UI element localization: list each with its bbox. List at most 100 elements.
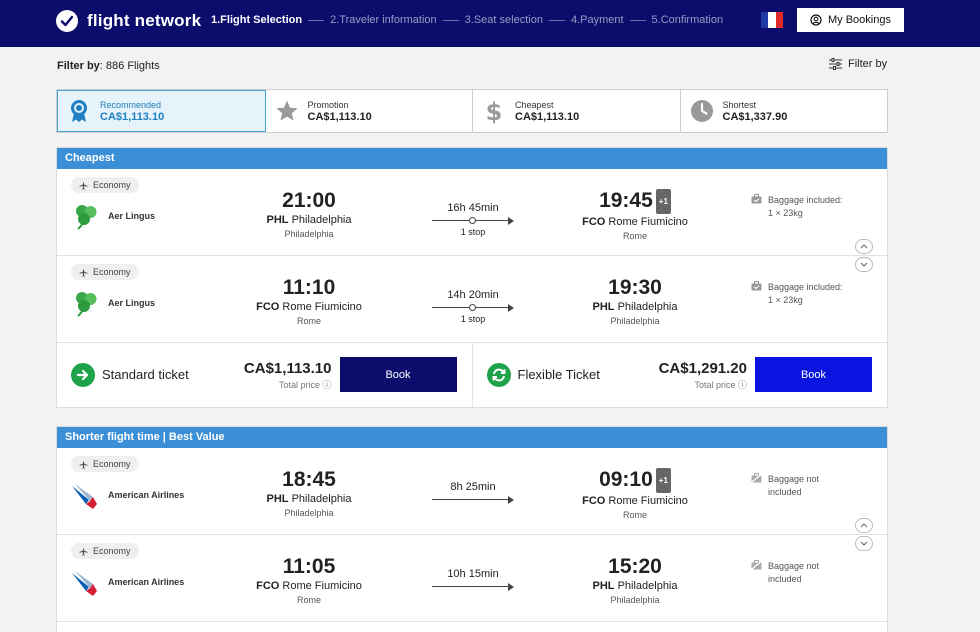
- tab-promotion[interactable]: Promotion CA$1,113.10: [266, 90, 473, 132]
- cabin-label: Economy: [93, 459, 131, 469]
- airport-name: Rome Fiumicino: [608, 216, 688, 228]
- scroll-up-button[interactable]: [855, 239, 873, 254]
- flight-duration: 10h 15min: [447, 568, 499, 580]
- departure-info: 18:45 PHL Philadelphia Philadelphia: [234, 468, 384, 518]
- arrival-time: 15:20: [560, 555, 710, 578]
- book-flexible-button[interactable]: Book: [755, 357, 872, 392]
- departure-city: Rome: [296, 316, 321, 326]
- airline-name: Aer Lingus: [108, 298, 156, 308]
- baggage-allowance: included: [768, 574, 802, 584]
- route-arrow: [432, 303, 514, 313]
- flight-duration: 14h 20min: [447, 289, 499, 301]
- airport-name: Philadelphia: [617, 301, 678, 313]
- departure-airport: PHL Philadelphia: [234, 493, 384, 505]
- departure-city: Philadelphia: [284, 508, 334, 518]
- flight-row-outbound[interactable]: Economy American Airlines 18:45 PHL Phil…: [57, 448, 887, 551]
- baggage-not-included-icon: [751, 473, 762, 483]
- refresh-circle-icon: [486, 363, 511, 387]
- flight-row-return[interactable]: Economy American Airlines 11:05 FCO Rome…: [57, 535, 887, 622]
- route-summary: 16h 45min 1 stop: [432, 202, 514, 237]
- eagle-logo-icon: [71, 480, 101, 510]
- tab-price: CA$1,113.10: [307, 110, 372, 123]
- arrival-time: 19:45 +1: [560, 189, 710, 214]
- tab-price: CA$1,337.90: [722, 110, 788, 123]
- departure-airport: FCO Rome Fiumicino: [234, 301, 384, 313]
- flight-row-return[interactable]: Economy Aer Lingus 11:10 FCO Rome Fiumic…: [57, 256, 887, 343]
- route-summary: 10h 15min: [432, 568, 514, 592]
- ticket-name: Flexible Ticket: [517, 367, 600, 382]
- my-bookings-button[interactable]: My Bookings: [797, 8, 904, 32]
- french-flag-icon[interactable]: [761, 12, 783, 28]
- group-title: Cheapest: [57, 148, 887, 169]
- ticket-price-block: CA$1,291.20 Total price ⓘ: [659, 360, 747, 391]
- airplane-icon: [79, 267, 88, 277]
- step-divider: [442, 19, 459, 21]
- departure-time: 11:05: [282, 555, 336, 578]
- tab-recommended[interactable]: Recommended CA$1,113.10: [57, 90, 266, 132]
- tab-cheapest[interactable]: $ Cheapest CA$1,113.10: [473, 90, 681, 132]
- next-day-badge: +1: [655, 468, 671, 493]
- step-seat-selection: 3.Seat selection: [464, 14, 543, 26]
- checkmark-logo-icon: [56, 10, 78, 32]
- ticket-option-standard: Standard ticket CA$1,113.10 Total price …: [57, 343, 473, 407]
- arrival-time: 19:30: [560, 276, 710, 299]
- arrival-info: 19:45 +1 FCO Rome Fiumicino Rome: [560, 189, 710, 241]
- total-price-label: Total price ⓘ: [244, 378, 332, 391]
- cabin-label: Economy: [93, 546, 131, 556]
- arrival-time-value: 15:20: [608, 555, 662, 578]
- baggage-not-included-icon: [751, 560, 762, 570]
- airline-info: American Airlines: [71, 480, 184, 510]
- info-icon[interactable]: ⓘ: [322, 380, 331, 390]
- ticket-options: Standard ticket CA$1,113.10 Total price …: [57, 343, 887, 407]
- arrow-right-circle-icon: [71, 363, 95, 387]
- next-day-badge: +1: [655, 189, 671, 214]
- cabin-label: Economy: [93, 267, 131, 277]
- filter-by-button[interactable]: Filter by: [829, 58, 887, 70]
- scroll-up-button[interactable]: [855, 518, 873, 533]
- baggage-text: Baggage not: [768, 561, 820, 571]
- airplane-icon: [79, 180, 88, 190]
- tab-price: CA$1,113.10: [100, 110, 165, 123]
- filter-count-value: : 886 Flights: [99, 60, 160, 72]
- cabin-label: Economy: [93, 180, 131, 190]
- info-icon[interactable]: ⓘ: [738, 380, 747, 390]
- book-standard-button[interactable]: Book: [339, 357, 457, 392]
- svg-text:$: $: [486, 98, 503, 124]
- shamrock-logo-icon: [71, 201, 101, 231]
- step-confirmation: 5.Confirmation: [651, 14, 724, 26]
- baggage-allowance: included: [768, 487, 802, 497]
- user-circle-icon: [810, 14, 822, 26]
- arrival-city: Philadelphia: [610, 595, 660, 605]
- arrival-time: 09:10 +1: [560, 468, 710, 493]
- tab-shortest[interactable]: Shortest CA$1,337.90: [681, 90, 888, 132]
- filter-count-label: Filter by: [57, 60, 100, 72]
- scroll-down-button[interactable]: [855, 536, 873, 551]
- scroll-down-button[interactable]: [855, 257, 873, 272]
- arrival-city: Rome: [622, 510, 647, 520]
- flight-row-outbound[interactable]: Economy Aer Lingus 21:00 PHL Philadelphi…: [57, 169, 887, 272]
- my-bookings-label: My Bookings: [828, 14, 891, 26]
- arrival-airport: PHL Philadelphia: [560, 301, 710, 313]
- flight-duration: 8h 25min: [450, 481, 496, 493]
- airport-code: PHL: [592, 301, 615, 313]
- star-icon: [274, 98, 300, 124]
- chevron-up-icon: [860, 523, 868, 528]
- airline-info: American Airlines: [71, 567, 184, 597]
- chevron-up-icon: [860, 244, 868, 249]
- tab-price: CA$1,113.10: [515, 110, 580, 123]
- airport-code: PHL: [266, 493, 289, 505]
- tab-label: Shortest: [722, 99, 757, 110]
- result-group-cheapest: Cheapest Economy Aer Lingus 21:00 PHL Ph…: [56, 147, 888, 408]
- cabin-badge: Economy: [71, 177, 139, 193]
- stops-count: 1 stop: [460, 227, 486, 237]
- tab-label: Cheapest: [515, 99, 554, 110]
- cabin-badge: Economy: [71, 264, 139, 280]
- arrival-airport: FCO Rome Fiumicino: [560, 495, 710, 507]
- flight-duration: 16h 45min: [447, 202, 499, 214]
- total-price-text: Total price: [694, 380, 736, 390]
- brand-logo[interactable]: flight network: [56, 10, 201, 32]
- cabin-badge: Economy: [71, 456, 139, 472]
- ticket-name: Standard ticket: [102, 367, 189, 382]
- baggage-info: Baggage not included: [751, 560, 819, 586]
- arrival-info: 09:10 +1 FCO Rome Fiumicino Rome: [560, 468, 710, 520]
